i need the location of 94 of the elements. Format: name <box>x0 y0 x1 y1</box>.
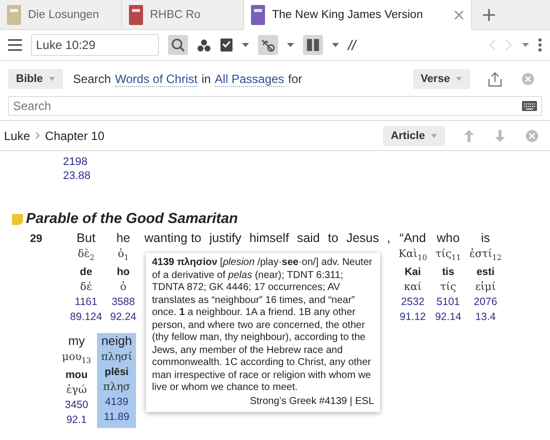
transliteration: Kai <box>404 265 421 280</box>
transliteration: ho <box>116 265 130 280</box>
english-word[interactable]: is <box>480 230 490 247</box>
search-text: in <box>201 72 211 86</box>
english-word[interactable]: he <box>116 230 130 247</box>
lemma[interactable]: τίς <box>440 280 456 296</box>
lemma[interactable]: καί <box>404 280 422 296</box>
keyboard-icon[interactable] <box>522 101 537 111</box>
definition-source: Strong’s Greek #4139 | ESL <box>250 396 374 408</box>
more-icon[interactable] <box>538 38 542 52</box>
menu-icon[interactable] <box>8 39 22 51</box>
resource-dropdown[interactable]: Bible <box>8 69 63 89</box>
english-word[interactable]: Jesus <box>346 230 379 247</box>
strongs-number[interactable]: 1161 <box>74 295 98 310</box>
greek-word[interactable]: ὁ$_{1}$ <box>118 247 129 266</box>
book-cover-icon <box>129 4 143 24</box>
caret-icon[interactable] <box>287 43 294 47</box>
caret-icon <box>456 77 462 82</box>
louw-nida-number[interactable]: 11.89 <box>104 410 130 426</box>
english-word[interactable]: neigh <box>101 333 132 350</box>
caret-icon[interactable] <box>242 43 249 47</box>
close-icon[interactable] <box>454 10 464 20</box>
louw-nida-number[interactable]: 92.1 <box>66 413 87 428</box>
english-word[interactable]: wanting to <box>144 230 202 247</box>
selected-word-highlight[interactable]: neigh πλησί plēsi πλησ 4139 11.89 <box>97 333 136 428</box>
english-word[interactable]: to <box>328 230 338 247</box>
english-word[interactable]: , <box>386 230 390 247</box>
view-dropdown[interactable]: Article <box>382 126 445 146</box>
transliteration: plēsi <box>104 365 129 380</box>
search-button[interactable] <box>168 35 188 55</box>
english-word[interactable]: said <box>296 230 320 247</box>
greek-word[interactable]: μου$_{13}$ <box>62 350 92 368</box>
reference-number[interactable]: 23.88 <box>63 169 550 183</box>
book-cover-icon <box>7 4 21 24</box>
strongs-number[interactable]: 4139 <box>104 395 128 410</box>
checklist-icon[interactable] <box>220 38 233 52</box>
louw-nida-number[interactable]: 89.124 <box>70 310 102 326</box>
caret-icon[interactable] <box>522 43 529 47</box>
strongs-number[interactable]: 3450 <box>64 398 88 414</box>
caret-icon <box>48 77 55 82</box>
strongs-number[interactable]: 3588 <box>112 295 135 310</box>
english-word[interactable]: But <box>76 230 96 247</box>
louw-nida-number[interactable]: 92.24 <box>110 310 136 326</box>
book-cover-icon <box>251 5 265 25</box>
greek-word[interactable]: τίς$_{11}$ <box>436 247 461 266</box>
greek-word[interactable]: Καὶ$_{10}$ <box>398 247 428 266</box>
lemma[interactable]: ὁ <box>120 280 126 296</box>
reference-field[interactable]: Luke 10:29 <box>31 34 159 56</box>
new-tab-icon[interactable] <box>482 8 496 22</box>
transliteration: mou <box>65 368 88 384</box>
english-word[interactable]: “And <box>400 230 426 247</box>
search-text: for <box>288 72 302 86</box>
view-dropdown[interactable]: Verse <box>412 69 470 89</box>
greek-word[interactable]: ἐστί$_{12}$ <box>469 247 502 266</box>
reference-number[interactable]: 2198 <box>63 155 550 169</box>
transliteration: de <box>80 265 92 280</box>
verse-number: 29 <box>30 232 44 247</box>
definition-text: 4139 πλησίον [plesion /play·see·on/] adv. Neuter of a derivative of pelas (near); TDNT 6:311; TDNTA 872; GK 4446; 17 occurrences; AV translates as “neighbour” 16 times, and “near” once. 1 a neighbour. 1A a friend. 1B any other person, and where two are concerned, the other (thy fellow man, thy neighbour), according to the Jews, any member of the Hebrew race and commonwealth. 1C according to Christ, any other man irrespective of race or religion with whom we live or whom we chance to meet. <box>152 257 374 394</box>
search-field[interactable]: Search <box>8 96 542 116</box>
english-word[interactable]: who <box>436 230 460 247</box>
lemma[interactable]: ἐγώ <box>66 383 87 398</box>
interlinear-button[interactable] <box>258 35 278 55</box>
search-option-link[interactable]: Words of Christ <box>114 72 198 86</box>
strongs-number[interactable]: 5101 <box>436 295 460 310</box>
tab[interactable]: The New King James Version <box>244 0 472 30</box>
louw-nida-number[interactable]: 92.14 <box>435 310 462 326</box>
greek-word[interactable]: δὲ$_{2}$ <box>78 247 94 266</box>
columns-button[interactable] <box>303 35 323 55</box>
tab[interactable]: RHBC Ro <box>122 0 244 29</box>
breadcrumb-item[interactable]: Luke <box>4 128 30 142</box>
strongs-number[interactable]: 2076 <box>474 295 498 310</box>
transliteration: esti <box>476 265 495 280</box>
transliteration: tis <box>442 265 454 280</box>
parallel-button[interactable]: // <box>348 37 356 53</box>
lemma[interactable]: εἰμί <box>475 280 496 296</box>
caret-icon <box>431 134 437 138</box>
lemma[interactable]: δέ <box>80 280 92 296</box>
english-word[interactable]: my <box>68 333 85 350</box>
caret-icon[interactable] <box>332 43 339 47</box>
search-text: Search <box>72 72 111 86</box>
section-heading: Parable of the Good Samaritan <box>26 211 238 227</box>
greek-word[interactable]: πλησί <box>101 350 132 366</box>
english-word[interactable]: himself <box>249 230 289 247</box>
dots-cluster-icon[interactable] <box>197 38 211 52</box>
louw-nida-number[interactable]: 13.4 <box>475 310 496 326</box>
chevron-icon <box>35 132 40 139</box>
tab[interactable]: Die Losungen <box>0 0 122 29</box>
search-option-link[interactable]: All Passages <box>214 72 284 86</box>
english-word[interactable]: justify <box>209 230 242 247</box>
breadcrumb-item[interactable]: Chapter 10 <box>45 128 104 142</box>
louw-nida-number[interactable]: 91.12 <box>400 310 426 326</box>
lemma[interactable]: πλησ <box>103 380 130 396</box>
share-icon[interactable] <box>488 72 502 86</box>
strongs-number[interactable]: 2532 <box>401 295 424 310</box>
